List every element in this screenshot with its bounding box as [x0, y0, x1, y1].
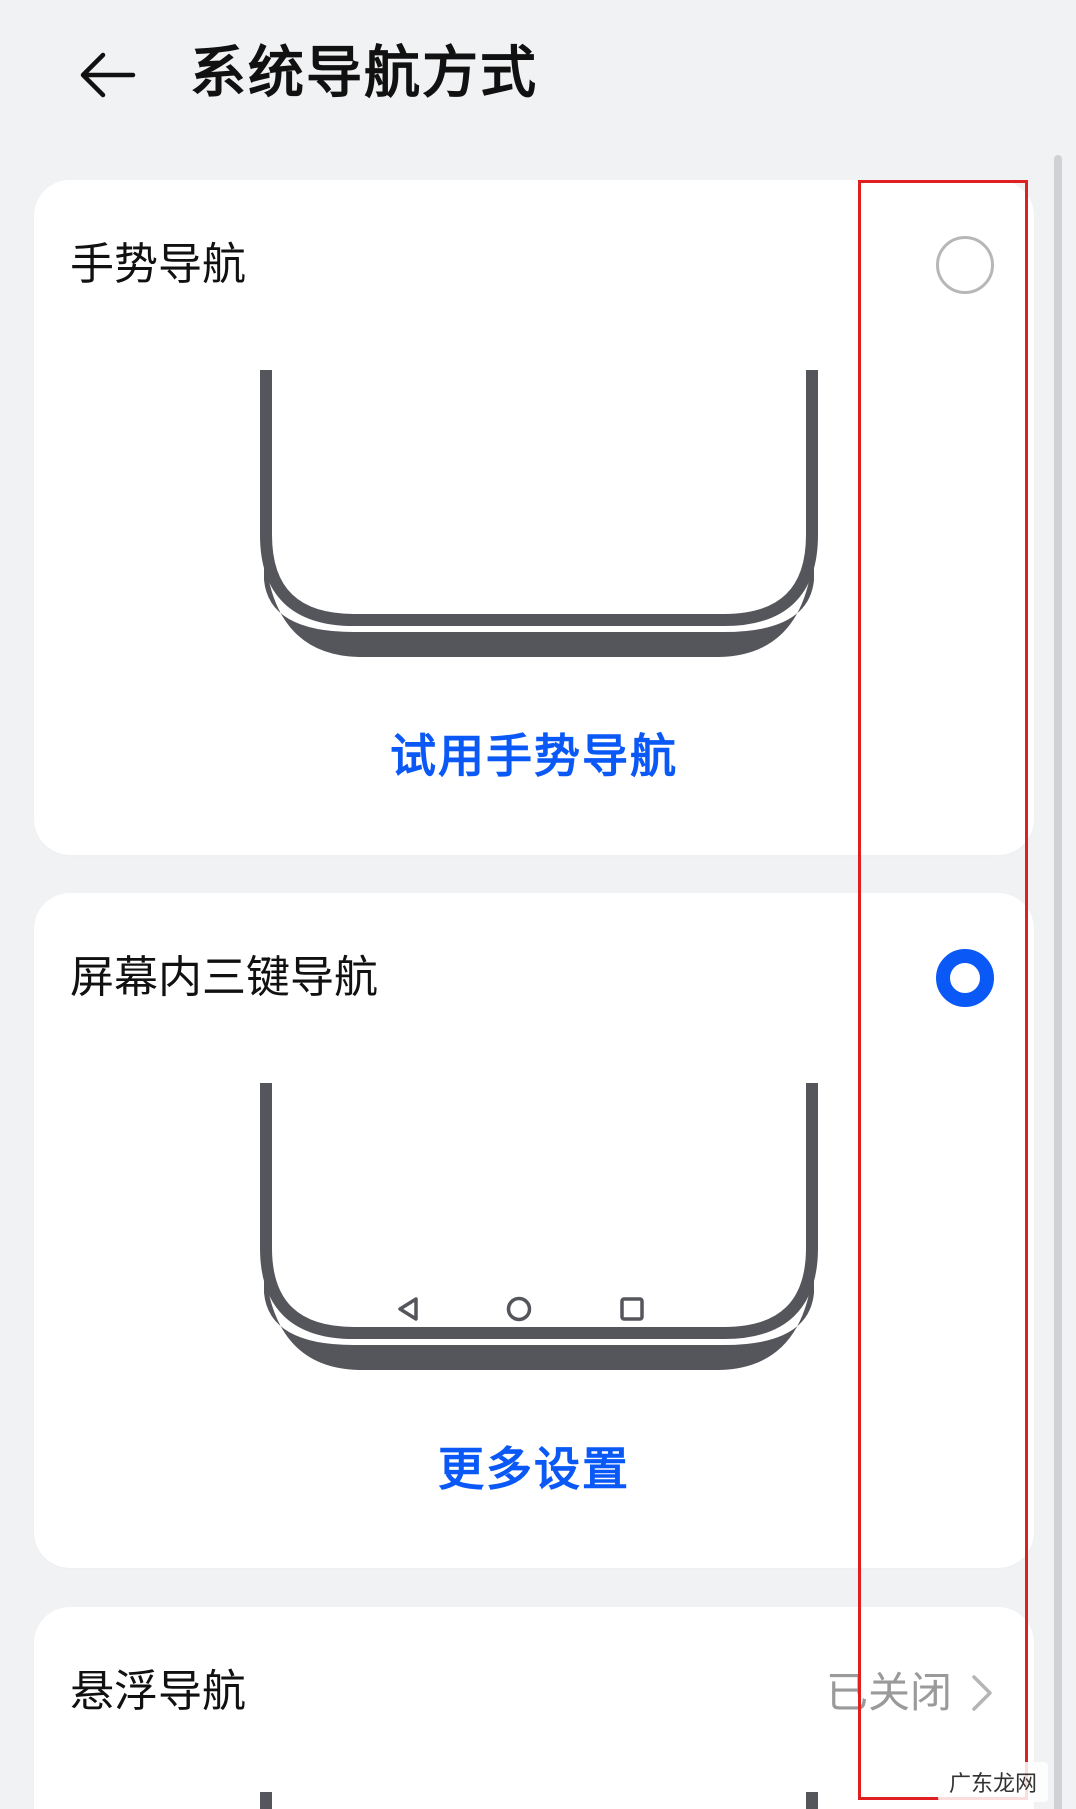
phone-preview-illustration: [260, 370, 818, 657]
option-card-floating-navigation[interactable]: 悬浮导航 已关闭: [34, 1607, 1034, 1809]
more-settings-link[interactable]: 更多设置: [34, 1433, 1034, 1499]
option-title: 手势导航: [70, 239, 246, 290]
back-button[interactable]: [62, 40, 152, 110]
header: 系统导航方式: [0, 0, 1076, 160]
try-gesture-navigation-link[interactable]: 试用手势导航: [34, 720, 1034, 786]
option-card-gesture-navigation[interactable]: 手势导航 试用手势导航: [34, 180, 1034, 855]
page: 系统导航方式 手势导航 试用手势导航 屏幕内三键导航 更多设置 悬浮导航 已关闭…: [0, 0, 1076, 1809]
option-card-three-key-navigation[interactable]: 屏幕内三键导航 更多设置: [34, 893, 1034, 1568]
option-title: 悬浮导航: [70, 1666, 246, 1717]
phone-preview-illustration: [260, 1792, 818, 1809]
scrollbar[interactable]: [1054, 155, 1062, 1809]
page-title: 系统导航方式: [190, 41, 538, 106]
arrow-left-icon: [80, 52, 136, 98]
radio-button-selected[interactable]: [936, 949, 994, 1007]
watermark: 广东龙网: [938, 1762, 1048, 1802]
triangle-back-icon: [398, 1297, 418, 1321]
chevron-right-icon[interactable]: [964, 1671, 1000, 1715]
phone-preview-illustration: [260, 1083, 818, 1370]
circle-home-icon: [506, 1296, 532, 1322]
option-title: 屏幕内三键导航: [70, 952, 378, 1003]
radio-button-unselected[interactable]: [936, 236, 994, 294]
status-text: 已关闭: [825, 1668, 952, 1717]
square-recents-icon: [620, 1297, 644, 1321]
